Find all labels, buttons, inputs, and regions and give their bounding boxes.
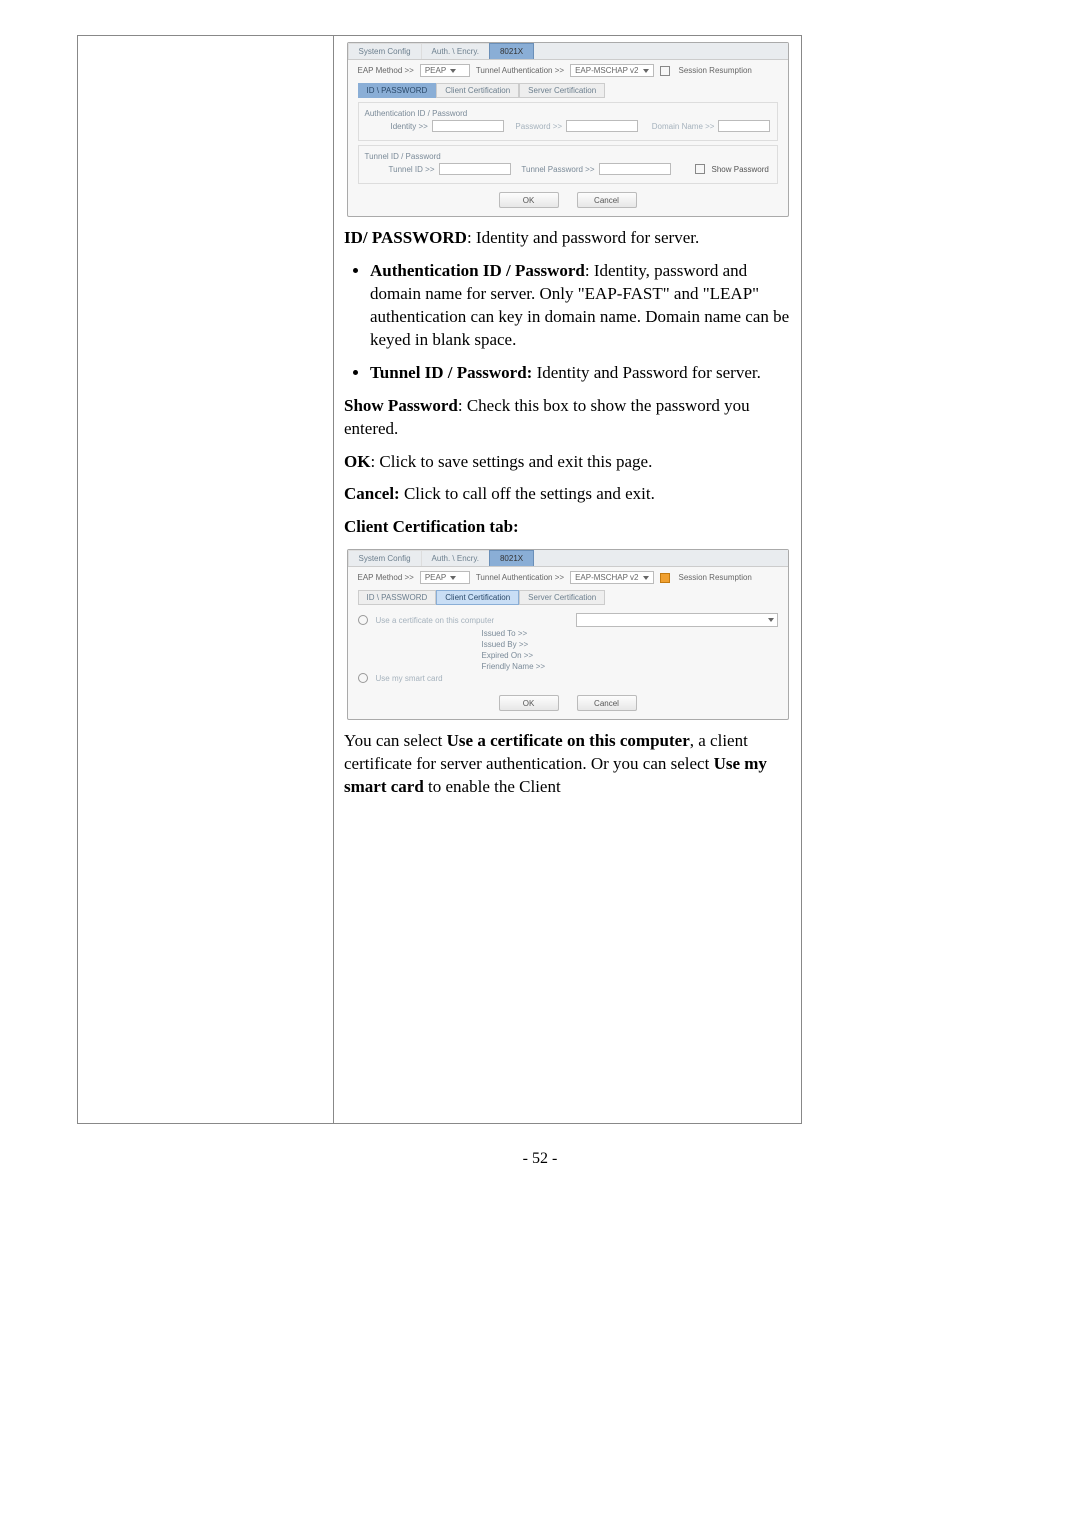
issued-by-label: Issued By >> xyxy=(482,640,529,649)
subtab-client-cert[interactable]: Client Certification xyxy=(436,83,519,98)
eap-method-select[interactable]: PEAP xyxy=(420,64,470,77)
show-password-label: Show Password xyxy=(712,165,769,174)
eap-method-label: EAP Method >> xyxy=(358,573,414,582)
cancel-button[interactable]: Cancel xyxy=(577,192,637,208)
ok-button[interactable]: OK xyxy=(499,192,559,208)
heading-ok: OK xyxy=(344,452,370,471)
domain-label: Domain Name >> xyxy=(642,122,714,131)
session-resumption-label: Session Resumption xyxy=(679,573,752,582)
heading-id-password: ID/ PASSWORD xyxy=(344,228,467,247)
subtab-id-password[interactable]: ID \ PASSWORD xyxy=(358,590,437,605)
heading-client-cert-tab: Client Certification tab: xyxy=(344,517,519,536)
text: Click to call off the settings and exit. xyxy=(400,484,655,503)
chevron-down-icon xyxy=(450,69,456,73)
session-resumption-checkbox[interactable] xyxy=(660,573,670,583)
bold-use-cert: Use a certificate on this computer xyxy=(447,731,690,750)
subtab-server-cert[interactable]: Server Certification xyxy=(519,590,605,605)
group-tunnel-id-pwd: Tunnel ID / Password xyxy=(365,152,771,161)
expired-on-label: Expired On >> xyxy=(482,651,534,660)
session-resumption-label: Session Resumption xyxy=(679,66,752,75)
heading-tunnel-id-pwd: Tunnel ID / Password: xyxy=(370,363,532,382)
chevron-down-icon xyxy=(643,576,649,580)
tunnel-pwd-input[interactable] xyxy=(599,163,671,175)
issued-to-label: Issued To >> xyxy=(482,629,528,638)
tunnel-id-label: Tunnel ID >> xyxy=(365,165,435,174)
dialog-id-password: System Config Auth. \ Encry. 8021X EAP M… xyxy=(347,42,789,217)
use-cert-label: Use a certificate on this computer xyxy=(376,616,495,625)
chevron-down-icon xyxy=(643,69,649,73)
heading-cancel: Cancel: xyxy=(344,484,400,503)
tab-auth-encry[interactable]: Auth. \ Encry. xyxy=(421,550,489,566)
use-cert-radio[interactable] xyxy=(358,615,368,625)
ok-button[interactable]: OK xyxy=(499,695,559,711)
text: You can select xyxy=(344,731,447,750)
dialog-client-cert: System Config Auth. \ Encry. 8021X EAP M… xyxy=(347,549,789,720)
heading-show-password: Show Password xyxy=(344,396,458,415)
chevron-down-icon xyxy=(450,576,456,580)
group-auth-id-pwd: Authentication ID / Password xyxy=(365,109,771,118)
tab-8021x[interactable]: 8021X xyxy=(489,550,534,566)
bottom-text: You can select Use a certificate on this… xyxy=(344,730,791,799)
cancel-button[interactable]: Cancel xyxy=(577,695,637,711)
tab-auth-encry[interactable]: Auth. \ Encry. xyxy=(421,43,489,59)
use-smart-card-radio[interactable] xyxy=(358,673,368,683)
text: : Identity and password for server. xyxy=(467,228,699,247)
friendly-name-label: Friendly Name >> xyxy=(482,662,546,671)
domain-input[interactable] xyxy=(718,120,770,132)
text: Identity and Password for server. xyxy=(532,363,761,382)
text: : Click to save settings and exit this p… xyxy=(370,452,652,471)
subtab-id-password[interactable]: ID \ PASSWORD xyxy=(358,83,437,98)
body-text: ID/ PASSWORD: Identity and password for … xyxy=(344,227,791,539)
tunnel-auth-label: Tunnel Authentication >> xyxy=(476,66,564,75)
eap-method-select[interactable]: PEAP xyxy=(420,571,470,584)
subtab-server-cert[interactable]: Server Certification xyxy=(519,83,605,98)
session-resumption-checkbox[interactable] xyxy=(660,66,670,76)
use-smart-card-label: Use my smart card xyxy=(376,674,443,683)
tunnel-auth-select[interactable]: EAP-MSCHAP v2 xyxy=(570,571,653,584)
identity-label: Identity >> xyxy=(365,122,428,131)
eap-method-label: EAP Method >> xyxy=(358,66,414,75)
tunnel-auth-label: Tunnel Authentication >> xyxy=(476,573,564,582)
certificate-select[interactable] xyxy=(576,613,778,627)
heading-auth-id-pwd: Authentication ID / Password xyxy=(370,261,585,280)
tab-system-config[interactable]: System Config xyxy=(348,43,421,59)
tab-8021x[interactable]: 8021X xyxy=(489,43,534,59)
tab-system-config[interactable]: System Config xyxy=(348,550,421,566)
tunnel-pwd-label: Tunnel Password >> xyxy=(515,165,595,174)
show-password-checkbox[interactable] xyxy=(695,164,705,174)
top-tabs: System Config Auth. \ Encry. 8021X xyxy=(348,43,788,60)
subtab-client-cert[interactable]: Client Certification xyxy=(436,590,519,605)
identity-input[interactable] xyxy=(432,120,504,132)
tunnel-id-input[interactable] xyxy=(439,163,511,175)
password-label: Password >> xyxy=(508,122,562,131)
tunnel-auth-select[interactable]: EAP-MSCHAP v2 xyxy=(570,64,653,77)
text: to enable the Client xyxy=(424,777,561,796)
page-number: - 52 - xyxy=(0,1150,1080,1168)
password-input[interactable] xyxy=(566,120,638,132)
